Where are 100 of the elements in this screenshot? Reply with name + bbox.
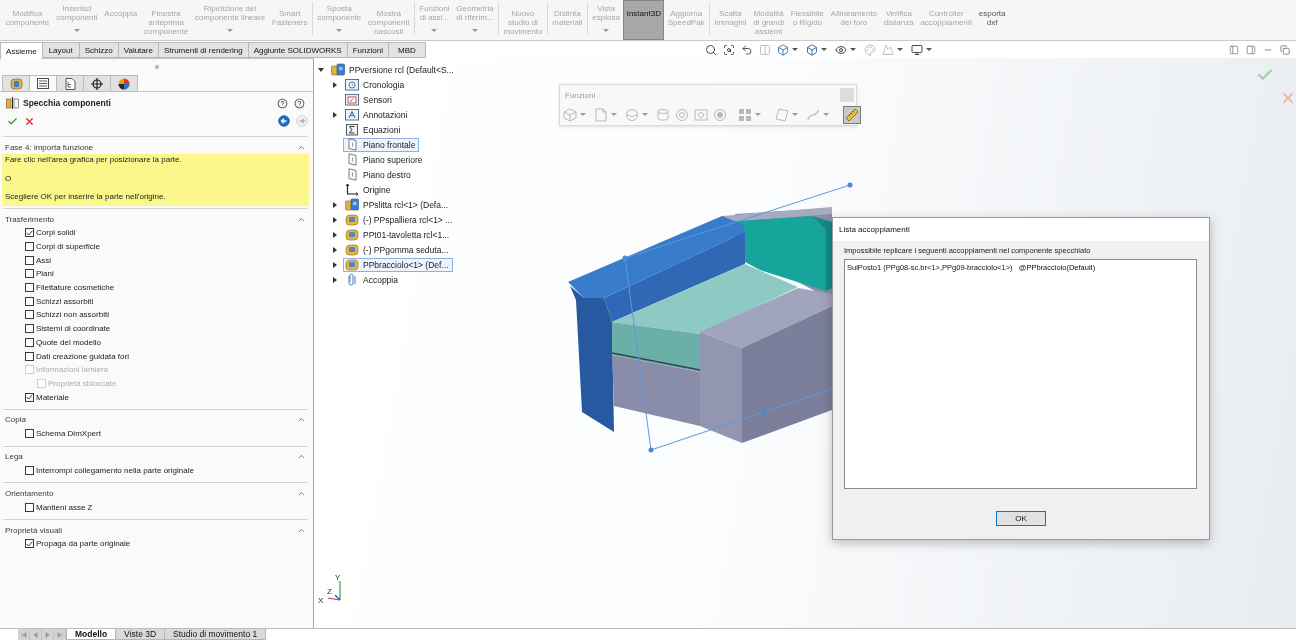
checkbox[interactable]: [25, 429, 34, 439]
tree-item[interactable]: Piano destro: [343, 167, 415, 182]
eye-icon[interactable]: [835, 43, 847, 56]
tree-item[interactable]: (-) PPspalliera rcl<1> ...: [343, 212, 457, 227]
panel-tab[interactable]: [29, 75, 57, 92]
monitor-icon[interactable]: [911, 43, 923, 56]
checkbox-label: Informazioni lamiera: [36, 365, 109, 375]
undo-arrow-icon[interactable]: [741, 43, 753, 56]
checkbox[interactable]: [25, 228, 34, 238]
checkbox[interactable]: [25, 465, 34, 475]
back-arrow-icon[interactable]: [278, 115, 290, 127]
tree-item[interactable]: Piano superiore: [343, 152, 427, 167]
tree-item[interactable]: PPversione rcl (Default<S...: [329, 62, 458, 77]
checkbox-label: Schema DimXpert: [36, 429, 101, 439]
panel-right-icon[interactable]: [1246, 44, 1256, 55]
first-arrow-icon: [20, 631, 27, 638]
checkbox[interactable]: [25, 296, 34, 306]
tab[interactable]: Modello: [66, 629, 117, 640]
tab[interactable]: Viste 3D: [115, 629, 166, 640]
tab[interactable]: Layout: [41, 42, 80, 58]
handle-dot-icon[interactable]: [648, 447, 654, 453]
checkbox[interactable]: [25, 255, 34, 265]
tree-item[interactable]: Origine: [343, 182, 395, 197]
expand-caret-icon[interactable]: [333, 81, 337, 88]
checkbox-label: Propaga da parte originale: [36, 539, 131, 549]
checkbox[interactable]: [25, 269, 34, 279]
ok-button[interactable]: OK: [996, 511, 1046, 526]
panel-tab[interactable]: [56, 75, 84, 92]
tab[interactable]: Strumenti di rendering: [157, 42, 249, 58]
checkbox-label: Corpi di superficie: [36, 242, 101, 252]
axis-label: Z: [327, 587, 332, 596]
restore-icon[interactable]: [1280, 44, 1290, 55]
close-icon[interactable]: [24, 115, 35, 127]
expand-caret-icon[interactable]: [333, 261, 337, 268]
checkbox[interactable]: [25, 337, 34, 347]
document-tree-icon: [64, 77, 76, 90]
help-icon[interactable]: [294, 97, 305, 109]
checkbox[interactable]: [25, 502, 34, 512]
checkbox-label: Sistemi di coordinate: [36, 324, 111, 334]
checkbox-label: Materiale: [36, 392, 69, 402]
tree-item[interactable]: PPt01-tavoletta rcl<1...: [343, 227, 454, 242]
tree-item[interactable]: Piano frontale: [343, 137, 420, 152]
panel-tab[interactable]: [83, 75, 111, 92]
tree-item[interactable]: Accoppia: [343, 272, 402, 287]
panel-left-icon[interactable]: [1229, 44, 1239, 55]
handle-dot-icon[interactable]: [622, 255, 628, 261]
tab[interactable]: Studio di movimento 1: [164, 629, 267, 640]
help-icon[interactable]: [277, 97, 288, 109]
section-title: Fase 4: importa funzione: [5, 142, 94, 152]
list-icon: [37, 78, 49, 89]
tree-item[interactable]: Equazioni: [343, 122, 405, 137]
expand-caret-icon[interactable]: [333, 276, 337, 283]
mirror-icon: [6, 97, 19, 109]
tree-item[interactable]: Sensori: [343, 92, 396, 107]
ribbon-button[interactable]: Instant3D: [623, 0, 665, 40]
search-icon[interactable]: [705, 43, 717, 56]
expand-caret-icon[interactable]: [333, 201, 337, 208]
panel-title: Specchia componenti: [23, 98, 111, 108]
checkbox[interactable]: [25, 324, 34, 334]
axis-label: Y: [335, 573, 341, 582]
tree-item[interactable]: (-) PPgomma seduta...: [343, 242, 453, 257]
checkbox-label: Quote del modello: [36, 337, 101, 347]
tab[interactable]: Valutare: [117, 42, 159, 58]
checkbox[interactable]: [25, 539, 34, 549]
checkbox[interactable]: [25, 242, 34, 252]
left-arrow-icon: [32, 631, 39, 638]
tab[interactable]: Aggiunte SOLIDWORKS: [247, 42, 348, 58]
checkbox-label: Dati creazione guidata fori: [36, 351, 129, 361]
color-sphere-icon: [118, 77, 130, 90]
tree-item[interactable]: PPslitta rcl<1> (Defa...: [343, 197, 453, 212]
checkbox-label: Proprietà sbloccate: [48, 378, 117, 388]
tab[interactable]: Assieme: [0, 42, 43, 59]
ruler-icon[interactable]: [843, 105, 861, 124]
ribbon-button[interactable]: esporta dxf: [975, 0, 1009, 40]
checkbox[interactable]: [25, 283, 34, 293]
tab[interactable]: Funzioni: [346, 42, 389, 58]
axis-label: X: [318, 596, 324, 605]
tab[interactable]: MBD: [387, 42, 426, 58]
handle-dot-icon[interactable]: [847, 182, 853, 188]
cube-icon[interactable]: [806, 43, 818, 56]
expand-caret-icon[interactable]: [333, 246, 337, 253]
handle-dot-icon[interactable]: [761, 409, 767, 415]
tree-item[interactable]: Cronologia: [343, 77, 409, 92]
right-arrow-icon: [44, 631, 51, 638]
check-icon[interactable]: [7, 115, 18, 127]
panel-tab[interactable]: [110, 75, 138, 92]
zoom-area-icon[interactable]: [723, 43, 735, 56]
tree-item[interactable]: Annotazioni: [343, 107, 412, 122]
expand-caret-icon[interactable]: [333, 111, 337, 118]
checkbox[interactable]: [25, 351, 34, 361]
collapse-caret-icon[interactable]: [318, 67, 324, 72]
checkbox[interactable]: [25, 392, 34, 402]
grip-dot-icon[interactable]: [154, 65, 159, 69]
expand-caret-icon[interactable]: [333, 216, 337, 223]
expand-caret-icon[interactable]: [333, 231, 337, 238]
checkbox[interactable]: [25, 310, 34, 320]
tab[interactable]: Schizzo: [78, 42, 119, 58]
tree-item[interactable]: PPbracciolo<1> (Def...: [343, 257, 453, 272]
checkbox-label: Schizzi assorbiti: [36, 296, 94, 306]
cube-icon[interactable]: [777, 43, 789, 56]
